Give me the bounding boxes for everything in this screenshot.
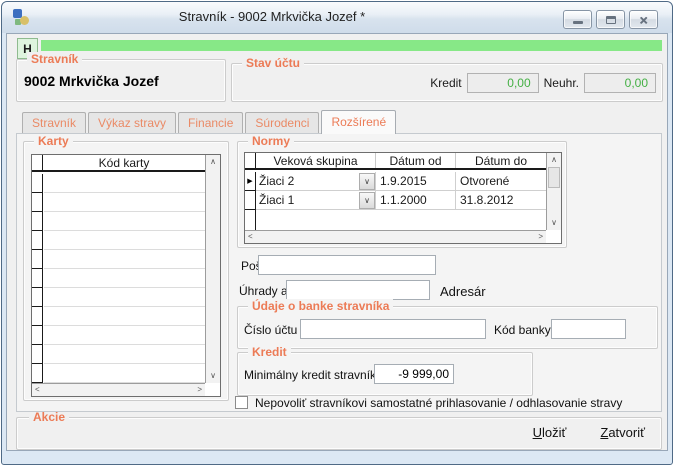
karty-table[interactable]: Kód karty ∧ ∨ < > <box>31 154 221 397</box>
akcie-group-label: Akcie <box>29 410 69 425</box>
adresar-button[interactable]: Adresár <box>440 284 486 299</box>
normy-row-2-selector <box>245 191 256 210</box>
stravnik-group-label: Stravník <box>27 52 82 67</box>
account-state-row: Kredit 0,00 Neuhr. 0,00 <box>430 73 656 93</box>
normy-row-1-datum-od[interactable]: 1.9.2015 <box>376 172 456 191</box>
green-status-bar <box>41 40 662 51</box>
neuhr-label: Neuhr. <box>544 76 579 90</box>
karty-table-body <box>32 174 205 383</box>
normy-vertical-scrollbar[interactable]: ∧ ∨ <box>546 153 561 230</box>
stav-uctu-group-label: Stav účtu <box>242 56 304 71</box>
tab-financie[interactable]: Financie <box>178 112 243 133</box>
tab-surodenci[interactable]: Súrodenci <box>245 112 319 133</box>
normy-horizontal-scrollbar[interactable]: < > <box>245 230 546 243</box>
titlebar[interactable]: Stravník - 9002 Mrkvička Jozef * × <box>2 2 672 33</box>
scroll-up-icon[interactable]: ∧ <box>547 154 561 166</box>
maximize-button[interactable] <box>596 10 625 29</box>
rozsirene-tab-page: Karty Kód karty ∧ ∨ < <box>16 133 662 412</box>
nepovolit-checkbox-label[interactable]: Nepovoliť stravníkovi samostatné prihlas… <box>255 396 622 410</box>
dropdown-icon[interactable]: ∨ <box>359 173 375 190</box>
dropdown-icon[interactable]: ∨ <box>359 192 375 209</box>
stravnik-name: 9002 Mrkvička Jozef <box>24 73 159 89</box>
normy-row-1-datum-do[interactable]: Otvorené <box>456 172 546 191</box>
scroll-up-icon[interactable]: ∧ <box>206 156 220 168</box>
normy-row-1-vekova-skupina: Žiaci 2 <box>259 174 294 188</box>
minimize-button[interactable] <box>563 10 592 29</box>
minimize-icon <box>573 21 583 24</box>
normy-column-datum-od[interactable]: Dátum od <box>376 153 456 168</box>
normy-row-2-datum-do[interactable]: 31.8.2012 <box>456 191 546 210</box>
scrollbar-thumb[interactable] <box>548 167 560 188</box>
normy-group-label: Normy <box>248 134 294 149</box>
banka-group-label: Údaje o banke stravníka <box>248 299 393 314</box>
maximize-icon <box>606 16 616 24</box>
normy-group: Normy Veková skupina Dátum od Dátum do ▶… <box>237 141 567 248</box>
normy-empty-row <box>245 210 546 231</box>
kredit-group: Kredit Minimálny kredit stravníka <box>237 352 533 396</box>
stav-uctu-group: Stav účtu Kredit 0,00 Neuhr. 0,00 <box>231 63 663 102</box>
action-buttons: Uložiť Zatvoriť <box>533 425 645 440</box>
tab-vykaz-stravy[interactable]: Výkaz stravy <box>88 112 176 133</box>
nepovolit-checkbox[interactable] <box>235 396 248 409</box>
min-kredit-label: Minimálny kredit stravníka <box>244 368 383 382</box>
karty-vertical-scrollbar[interactable]: ∧ ∨ <box>205 155 220 383</box>
close-dialog-button[interactable]: Zatvoriť <box>600 425 645 440</box>
normy-row-2-datum-od[interactable]: 1.1.2000 <box>376 191 456 210</box>
dialog-content: H Stravník 9002 Mrkvička Jozef Stav účtu… <box>6 33 668 451</box>
normy-row-2-vekova-skupina: Žiaci 1 <box>259 193 294 207</box>
save-button[interactable]: Uložiť <box>533 425 567 440</box>
tab-bar: Stravník Výkaz stravy Financie Súrodenci… <box>22 110 398 133</box>
tab-rozsirene[interactable]: Rozšírené <box>321 110 396 134</box>
close-icon: × <box>639 13 647 27</box>
stravnik-group: Stravník 9002 Mrkvička Jozef <box>16 59 226 102</box>
banka-group: Údaje o banke stravníka Číslo účtu Kód b… <box>237 306 658 349</box>
karty-row-selector-header <box>32 155 43 170</box>
normy-column-vekova-skupina[interactable]: Veková skupina <box>256 153 376 168</box>
scroll-left-icon[interactable]: < <box>248 231 253 243</box>
normy-row-1[interactable]: ▶ Žiaci 2 ∨ 1.9.2015 Otvorené <box>245 172 546 191</box>
normy-column-datum-do[interactable]: Dátum do <box>456 153 546 168</box>
scroll-right-icon[interactable]: > <box>538 231 543 243</box>
karty-column-kod-karty[interactable]: Kód karty <box>43 155 205 170</box>
cislo-uctu-input[interactable] <box>300 319 486 339</box>
window-controls: × <box>563 10 658 29</box>
posta-input[interactable] <box>258 255 436 275</box>
scroll-down-icon[interactable]: ∨ <box>547 217 561 229</box>
kredit-group-label: Kredit <box>248 345 291 360</box>
uhrady-adr-input[interactable] <box>286 280 430 300</box>
karty-table-header: Kód karty <box>32 155 205 172</box>
karty-group: Karty Kód karty ∧ ∨ < <box>23 141 229 401</box>
kod-banky-input[interactable] <box>551 319 626 339</box>
neuhr-value: 0,00 <box>584 73 656 93</box>
kredit-label: Kredit <box>430 76 461 90</box>
cislo-uctu-label: Číslo účtu <box>244 323 297 337</box>
scroll-down-icon[interactable]: ∨ <box>206 370 220 382</box>
karty-horizontal-scrollbar[interactable]: < > <box>32 383 205 396</box>
normy-row-2[interactable]: Žiaci 1 ∨ 1.1.2000 31.8.2012 <box>245 191 546 210</box>
karty-group-label: Karty <box>34 134 73 149</box>
current-row-marker: ▶ <box>245 172 256 191</box>
akcie-group: Akcie Uložiť Zatvoriť <box>16 417 662 450</box>
scroll-right-icon[interactable]: > <box>197 384 202 396</box>
normy-row-selector-header <box>245 153 256 168</box>
normy-table-body: ▶ Žiaci 2 ∨ 1.9.2015 Otvorené Žiaci 1 <box>245 172 546 230</box>
normy-table-header: Veková skupina Dátum od Dátum do <box>245 153 546 170</box>
close-button[interactable]: × <box>629 10 658 29</box>
tab-stravnik[interactable]: Stravník <box>22 112 86 133</box>
scroll-left-icon[interactable]: < <box>35 384 40 396</box>
kredit-value: 0,00 <box>467 73 539 93</box>
karty-row-selector-column <box>32 174 43 383</box>
kod-banky-label: Kód banky <box>494 323 551 337</box>
normy-table[interactable]: Veková skupina Dátum od Dátum do ▶ Žiaci… <box>244 152 562 244</box>
app-window: Stravník - 9002 Mrkvička Jozef * × H Str… <box>1 1 673 465</box>
min-kredit-input[interactable] <box>374 364 454 384</box>
karty-empty-rows <box>44 174 205 383</box>
